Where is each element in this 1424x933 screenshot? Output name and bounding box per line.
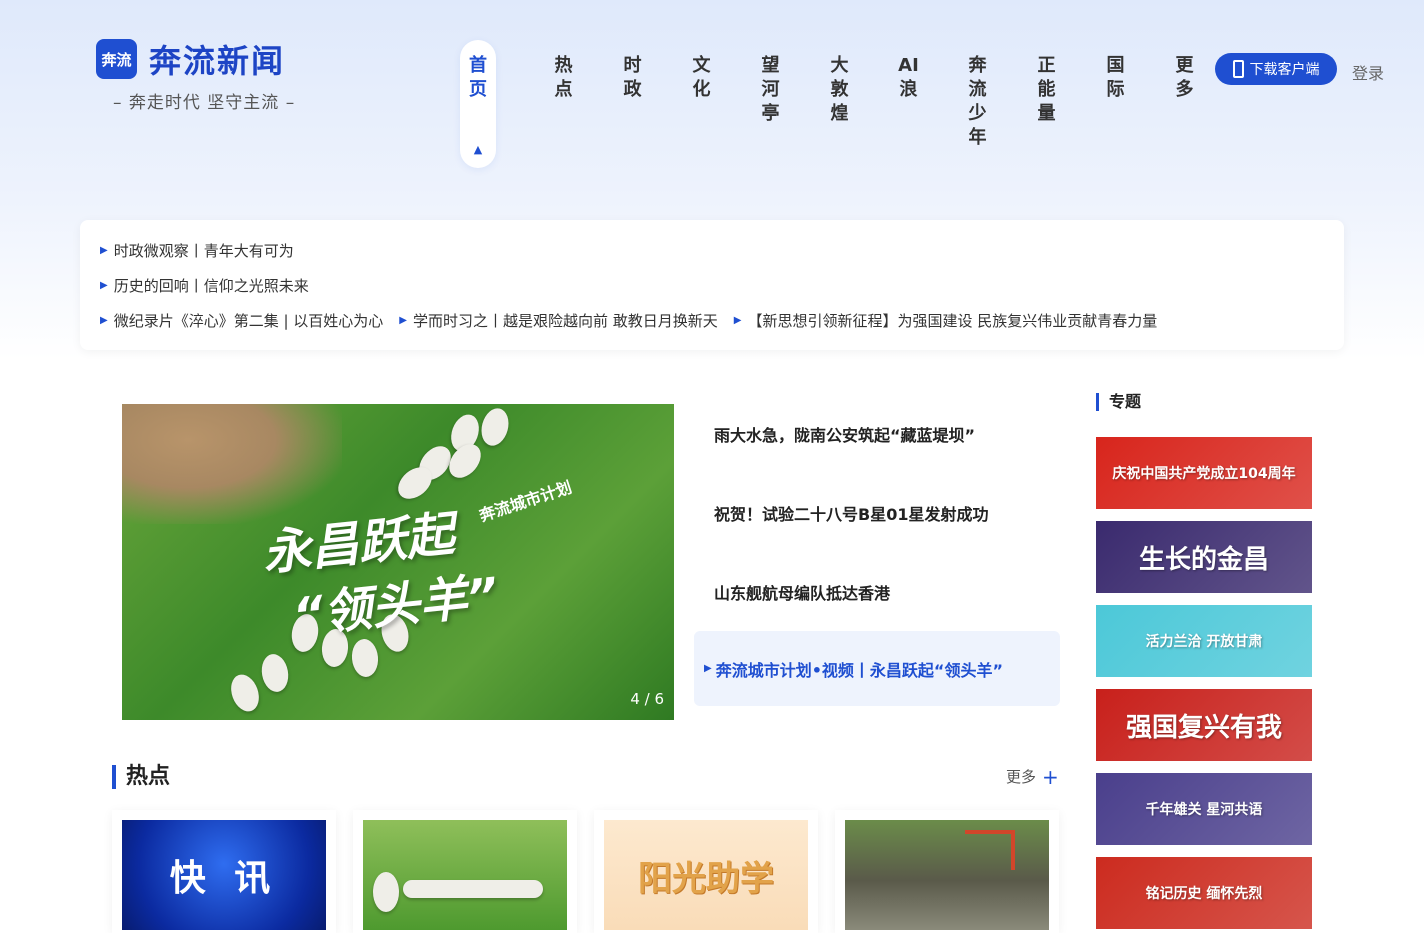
sheep-shape xyxy=(477,405,513,449)
logo-badge: 奔流 xyxy=(96,39,137,79)
hot-card-thumb: 阳光助学 xyxy=(604,820,808,930)
hot-section-title: 热点 xyxy=(112,765,170,789)
nav-item-label: 大敦煌 xyxy=(830,55,849,124)
nav-item[interactable]: 更多 xyxy=(1150,40,1219,168)
nav-item[interactable]: 望河亭 xyxy=(736,40,805,168)
download-app-button[interactable]: 下载客户端 xyxy=(1215,53,1337,85)
hot-card-thumb xyxy=(845,820,1049,930)
sheep-shape xyxy=(373,872,399,912)
play-arrow-icon: ▶ xyxy=(100,315,108,326)
main-nav: 首页 ▲ 热点 时政 文化 望河亭 大敦煌 AI 浪 奔流少年 正能量 国际 更多 xyxy=(460,40,1219,168)
headline-link[interactable]: 雨大水急，陇南公安筑起“藏蓝堤坝” xyxy=(714,422,975,446)
sheep-shape xyxy=(350,637,380,679)
nav-item-label: 更多 xyxy=(1175,55,1194,100)
topic-banner-text: 庆祝中国共产党成立104周年 xyxy=(1112,466,1296,482)
hot-card[interactable]: 阳光助学 xyxy=(594,810,818,933)
nav-item[interactable]: AI 浪 xyxy=(874,40,943,168)
nav-item-label: 热点 xyxy=(554,55,573,100)
topics-title: 专题 xyxy=(1096,393,1141,411)
play-arrow-icon: ▶ xyxy=(733,315,742,326)
hot-more-link[interactable]: 更多 + xyxy=(1006,766,1059,787)
sheep-herd-shape xyxy=(403,880,543,898)
nav-item-label: 正能量 xyxy=(1037,55,1056,124)
topic-banner[interactable]: 铭记历史 缅怀先烈 xyxy=(1096,857,1312,929)
nav-item[interactable]: 时政 xyxy=(598,40,667,168)
top-link[interactable]: ▶ 历史的回响丨信仰之光照未来 xyxy=(100,275,309,296)
topic-banner-text: 生长的金昌 xyxy=(1138,544,1269,575)
triangle-up-icon: ▲ xyxy=(473,143,483,156)
topic-banner-text: 铭记历史 缅怀先烈 xyxy=(1145,886,1263,902)
nav-item[interactable]: 国际 xyxy=(1081,40,1150,168)
play-arrow-icon: ▶ xyxy=(100,280,108,291)
nav-item-label: 国际 xyxy=(1106,55,1125,100)
play-arrow-icon: ▶ xyxy=(399,315,407,326)
featured-carousel[interactable]: 奔流城市计划 永昌跃起 “领头羊” 4 / 6 xyxy=(122,404,674,720)
topic-banner[interactable]: 庆祝中国共产党成立104周年 xyxy=(1096,437,1312,509)
sheep-shape xyxy=(442,438,488,484)
top-link[interactable]: ▶ 微纪录片《淬心》第二集 | 以百姓心为心 xyxy=(100,310,383,331)
site-logo[interactable]: 奔流 奔流新闻 xyxy=(96,36,285,82)
top-link[interactable]: ▶ 时政微观察丨青年大有可为 xyxy=(100,240,294,261)
topic-banner-text: 强国复兴有我 xyxy=(1125,712,1282,743)
hot-card-thumb: 快 讯 xyxy=(122,820,326,930)
play-arrow-icon: ▶ xyxy=(704,663,712,674)
nav-item-label: 文化 xyxy=(692,55,711,100)
plus-icon: + xyxy=(1042,764,1059,789)
excavator-shape xyxy=(965,830,1015,870)
headline-link[interactable]: 山东舰航母编队抵达香港 xyxy=(714,580,890,604)
topic-banner-text: 千年雄关 星河共语 xyxy=(1145,802,1263,818)
hot-card[interactable] xyxy=(353,810,577,933)
carousel-image-ground xyxy=(122,404,342,524)
nav-item-label: AI 浪 xyxy=(898,55,919,100)
links-row-3: ▶ 微纪录片《淬心》第二集 | 以百姓心为心 ▶ 学而时习之丨越是艰险越向前 敢… xyxy=(100,310,1157,331)
topic-banner[interactable]: 千年雄关 星河共语 xyxy=(1096,773,1312,845)
logo-text: 奔流新闻 xyxy=(149,42,286,80)
nav-item[interactable]: 奔流少年 xyxy=(943,40,1012,168)
nav-item-label: 时政 xyxy=(623,55,642,100)
nav-item-label: 首页 xyxy=(469,55,487,100)
topic-banner-text: 活力兰洽 开放甘肃 xyxy=(1145,634,1263,650)
nav-item-label: 望河亭 xyxy=(761,55,780,124)
nav-item[interactable]: 正能量 xyxy=(1012,40,1081,168)
hot-card-thumb xyxy=(363,820,567,930)
login-link[interactable]: 登录 xyxy=(1352,60,1384,84)
links-row-2: ▶ 历史的回响丨信仰之光照未来 xyxy=(100,275,309,296)
top-link[interactable]: ▶ 【新思想引领新征程】为强国建设 民族复兴伟业贡献青春力量 xyxy=(734,310,1157,331)
hot-card[interactable]: 快 讯 xyxy=(112,810,336,933)
carousel-pager: 4 / 6 xyxy=(630,690,664,708)
links-row-1: ▶ 时政微观察丨青年大有可为 xyxy=(100,240,294,261)
nav-item-label: 奔流少年 xyxy=(968,55,987,148)
topic-banner[interactable]: 生长的金昌 xyxy=(1096,521,1312,593)
nav-item[interactable]: 首页 ▲ xyxy=(460,40,496,168)
nav-item[interactable]: 文化 xyxy=(667,40,736,168)
top-links-card: ▶ 时政微观察丨青年大有可为 ▶ 历史的回响丨信仰之光照未来 ▶ 微纪录片《淬心… xyxy=(80,220,1344,350)
phone-icon xyxy=(1232,60,1244,78)
headline-link[interactable]: 祝贺！试验二十八号B星01星发射成功 xyxy=(714,501,988,525)
nav-item[interactable]: 大敦煌 xyxy=(805,40,874,168)
site-slogan: – 奔走时代 坚守主流 – xyxy=(113,93,296,113)
nav-item[interactable]: 热点 xyxy=(529,40,598,168)
download-label: 下载客户端 xyxy=(1249,62,1320,78)
topic-banner[interactable]: 活力兰洽 开放甘肃 xyxy=(1096,605,1312,677)
play-arrow-icon: ▶ xyxy=(100,245,108,256)
top-link[interactable]: ▶ 学而时习之丨越是艰险越向前 敢教日月换新天 xyxy=(399,310,717,331)
sheep-shape xyxy=(226,670,264,716)
carousel-tagline: 奔流城市计划 xyxy=(476,477,575,526)
headline-active[interactable]: ▶ 奔流城市计划•视频丨永昌跃起“领头羊” xyxy=(694,631,1060,706)
sheep-shape xyxy=(258,652,292,694)
topic-banner[interactable]: 强国复兴有我 xyxy=(1096,689,1312,761)
hot-card[interactable] xyxy=(835,810,1059,933)
